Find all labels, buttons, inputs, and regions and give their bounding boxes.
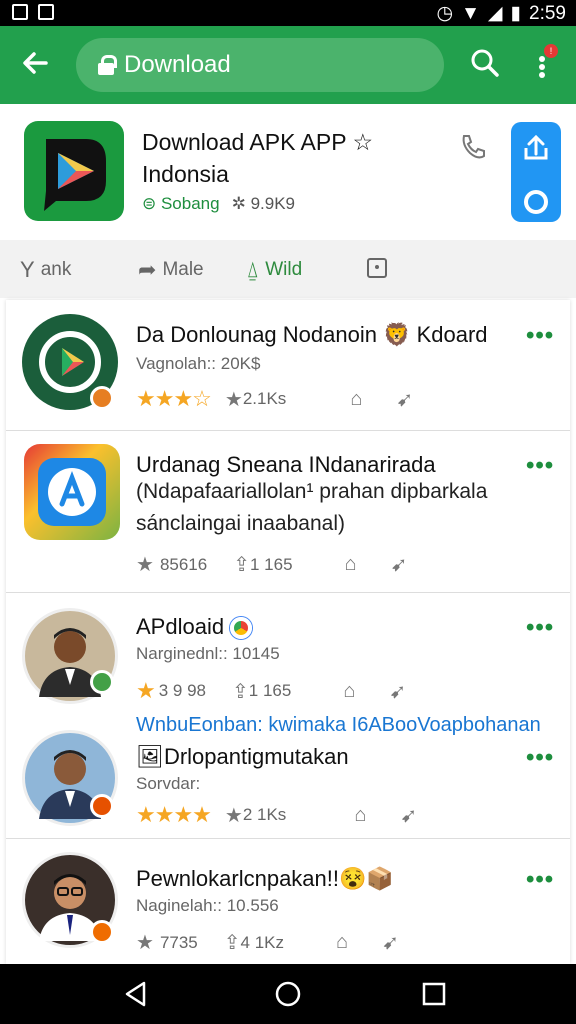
star-icon: ★ (136, 678, 156, 703)
system-nav-bar (0, 964, 576, 1024)
tab-wild[interactable]: ⍙ Wild (246, 257, 302, 283)
clock-time: 2:59 (529, 2, 566, 24)
item-title: Urdanag Sneana INdanarirada (136, 452, 436, 477)
item-title: 🖼Drlopantigmutakan (136, 744, 349, 769)
item-sub: Vagnolah:: 20K$ (136, 354, 261, 373)
notification-icon (12, 4, 28, 20)
like-count: 4 1Kz (240, 932, 285, 952)
star-icon: ★ (224, 388, 243, 411)
item-sub: Sorvdar: (136, 774, 201, 793)
more-options-icon[interactable]: ••• (526, 866, 554, 894)
notification-badge: ! (544, 44, 558, 58)
developer-name[interactable]: ⊜ Sobang (142, 194, 220, 214)
status-bar: ◷ ▼ ◢ ▮ 2:59 (0, 0, 576, 26)
verified-badge (90, 670, 114, 694)
app-icon (24, 444, 120, 540)
share-icon[interactable]: ➹ (400, 803, 417, 828)
update-badge (90, 386, 114, 410)
chrome-icon (230, 617, 253, 640)
tab-bar: Y ank ➦ Male ⍙ Wild (0, 240, 576, 298)
list-item[interactable]: Da Donlounag Nodanoin 🦁 Kdoard Vagnolah:… (6, 300, 570, 428)
thumbs-up-icon[interactable]: ⌂ (350, 388, 362, 411)
search-icon[interactable] (470, 48, 500, 78)
more-options-icon[interactable]: ••• (526, 322, 554, 350)
like-count: 1 165 (248, 681, 292, 700)
rating-count: 2.1Ks (242, 389, 287, 408)
bookmark-icon[interactable]: ⌂ (343, 680, 355, 703)
share-arrow-icon: ➦ (138, 257, 157, 282)
nav-back-icon[interactable] (120, 978, 152, 1010)
app-header: Download APK APP ☆ Indonsia ⊜ Sobang ✲ 9… (0, 104, 576, 240)
list-item[interactable]: APdloaid Narginednl:: 10145 ★ 3 9 98 ⇪ 1… (6, 594, 570, 714)
tab-rank[interactable]: Y ank (20, 257, 71, 283)
item-title: APdloaid (136, 614, 253, 640)
signal-icon: ◢ (487, 3, 503, 24)
more-options-icon[interactable]: ••• (526, 614, 554, 642)
phone-icon[interactable] (458, 132, 488, 162)
rating-count: 85616 (159, 554, 208, 574)
more-options-icon[interactable]: ••• (526, 452, 554, 480)
list-item[interactable]: WnbuEonban: kwimaka I6ABooVoapbohanan 🖼D… (6, 714, 570, 834)
update-badge (90, 794, 114, 818)
thumbs-up-icon: ⇪ (223, 932, 241, 954)
leaf-icon: ⍙ (246, 257, 260, 282)
item-title: Da Donlounag Nodanoin 🦁 Kdoard (136, 322, 488, 347)
item-description: (Ndapafaariallolan¹ prahan dipbarkala sá… (136, 480, 488, 535)
item-sub: Narginednl:: 10145 (136, 644, 280, 663)
nav-home-icon[interactable] (272, 978, 304, 1010)
item-link[interactable]: WnbuEonban: kwimaka I6ABooVoapbohanan (136, 714, 541, 737)
star-icon: ★ (224, 804, 243, 827)
thumbs-up-icon: ⇪ (233, 554, 250, 576)
share-icon[interactable]: ➹ (391, 552, 408, 577)
bookmark-icon[interactable]: ⌂ (354, 804, 366, 827)
tab-male[interactable]: ➦ Male (138, 257, 204, 283)
rating-count: 7735 (159, 932, 198, 952)
list-item[interactable]: Urdanag Sneana INdanarirada (Ndapafaaria… (6, 432, 570, 592)
more-options-icon[interactable]: ••• (526, 744, 554, 772)
thumbs-up-icon: ⇪ (232, 680, 249, 703)
url-text: Download (124, 51, 231, 78)
bookmark-icon[interactable]: ⌂ (336, 931, 348, 954)
item-title: Pewnlokarlcnpakan!!😵📦 (136, 866, 394, 891)
like-count: 1 165 (249, 554, 293, 574)
wifi-icon: ▼ (461, 2, 480, 24)
share-icon[interactable]: ➹ (396, 387, 413, 412)
emoji-icon: 😵📦 (339, 866, 394, 891)
item-sub: Naginelah:: 10.556 (136, 896, 279, 915)
tab-bookmark[interactable] (366, 257, 388, 279)
app-title: Download APK APP ☆ Indonsia (142, 129, 374, 187)
nav-recents-icon[interactable] (418, 978, 450, 1010)
bookmark-square-icon (367, 258, 387, 278)
back-arrow-icon[interactable] (18, 46, 52, 80)
star-icon: ★ (136, 554, 154, 576)
bookmark-icon[interactable]: ⌂ (345, 553, 357, 576)
url-field[interactable]: Download (76, 38, 444, 92)
list-item[interactable]: Pewnlokarlcnpakan!!😵📦 Naginelah:: 10.556… (6, 840, 570, 964)
app-size: ✲ 9.9K9 (231, 194, 295, 213)
battery-icon: ▮ (510, 3, 522, 24)
rating-count: 2 1Ks (242, 805, 287, 824)
share-icon[interactable]: ➹ (382, 930, 399, 955)
app-bar: Download ! (0, 26, 576, 104)
rating-stars: ★★★☆ (136, 386, 212, 411)
app-logo-icon[interactable] (24, 121, 124, 221)
gallery-icon (38, 4, 54, 20)
share-icon[interactable]: ➹ (389, 679, 406, 704)
gear-icon: ✲ (231, 194, 251, 213)
overflow-menu-icon[interactable]: ! (528, 44, 558, 82)
rating-count: 3 9 98 (158, 681, 206, 700)
lock-icon (98, 55, 117, 75)
share-panel[interactable] (511, 122, 561, 222)
update-badge (90, 920, 114, 944)
star-icon: ★ (136, 932, 154, 954)
developer-icon: ⊜ (142, 194, 161, 213)
rating-stars: ★★★★ (136, 802, 212, 827)
filter-icon: Y (20, 257, 35, 282)
app-list: Da Donlounag Nodanoin 🦁 Kdoard Vagnolah:… (6, 300, 570, 964)
emoji-icon: 🖼 (136, 744, 164, 769)
alarm-icon: ◷ (436, 3, 454, 24)
